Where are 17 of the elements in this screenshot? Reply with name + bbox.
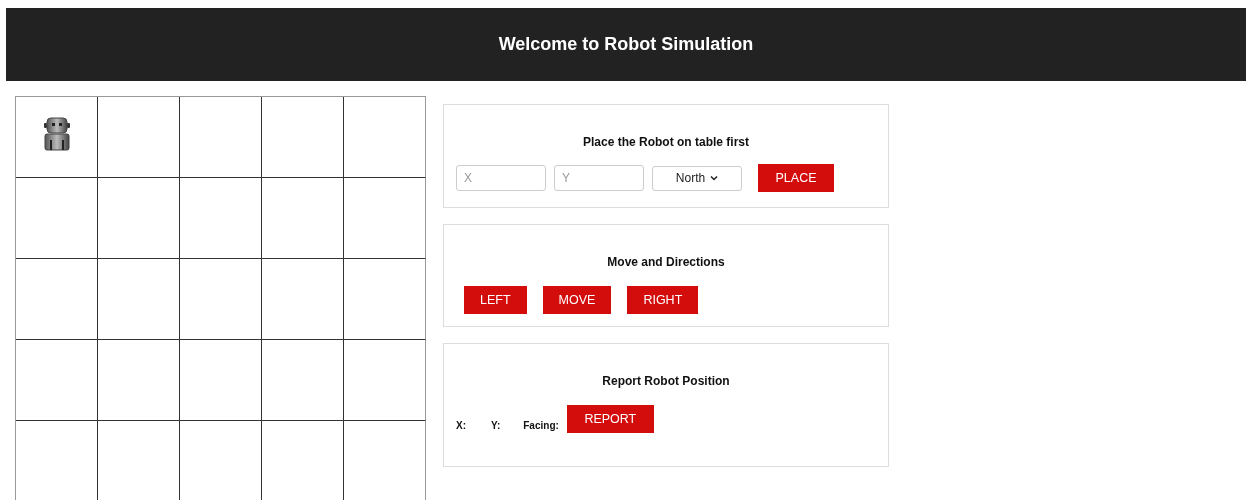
panel-title: Report Robot Position [601, 374, 731, 388]
panel-title: Place the Robot on table first [582, 135, 750, 149]
move-control-button[interactable]: RIGHT [627, 286, 699, 314]
move-control-button[interactable]: MOVE [542, 286, 612, 314]
report-button[interactable]: REPORT [566, 405, 654, 433]
x-input-field[interactable]: X [456, 165, 546, 191]
page-title: Welcome to Robot Simulation [498, 34, 754, 55]
direction-dropdown[interactable]: North [652, 165, 742, 191]
y-input-field[interactable]: Y [554, 165, 644, 191]
move-control-button[interactable]: LEFT [464, 286, 527, 314]
facing-label: Facing: [523, 420, 559, 431]
robot-icon [42, 117, 71, 151]
chevron-down-icon [710, 175, 719, 181]
y-label: Y: [491, 420, 501, 431]
place-button[interactable]: PLACE [758, 164, 834, 192]
panel-title: Move and Directions [606, 255, 726, 269]
x-label: X: [456, 420, 466, 431]
